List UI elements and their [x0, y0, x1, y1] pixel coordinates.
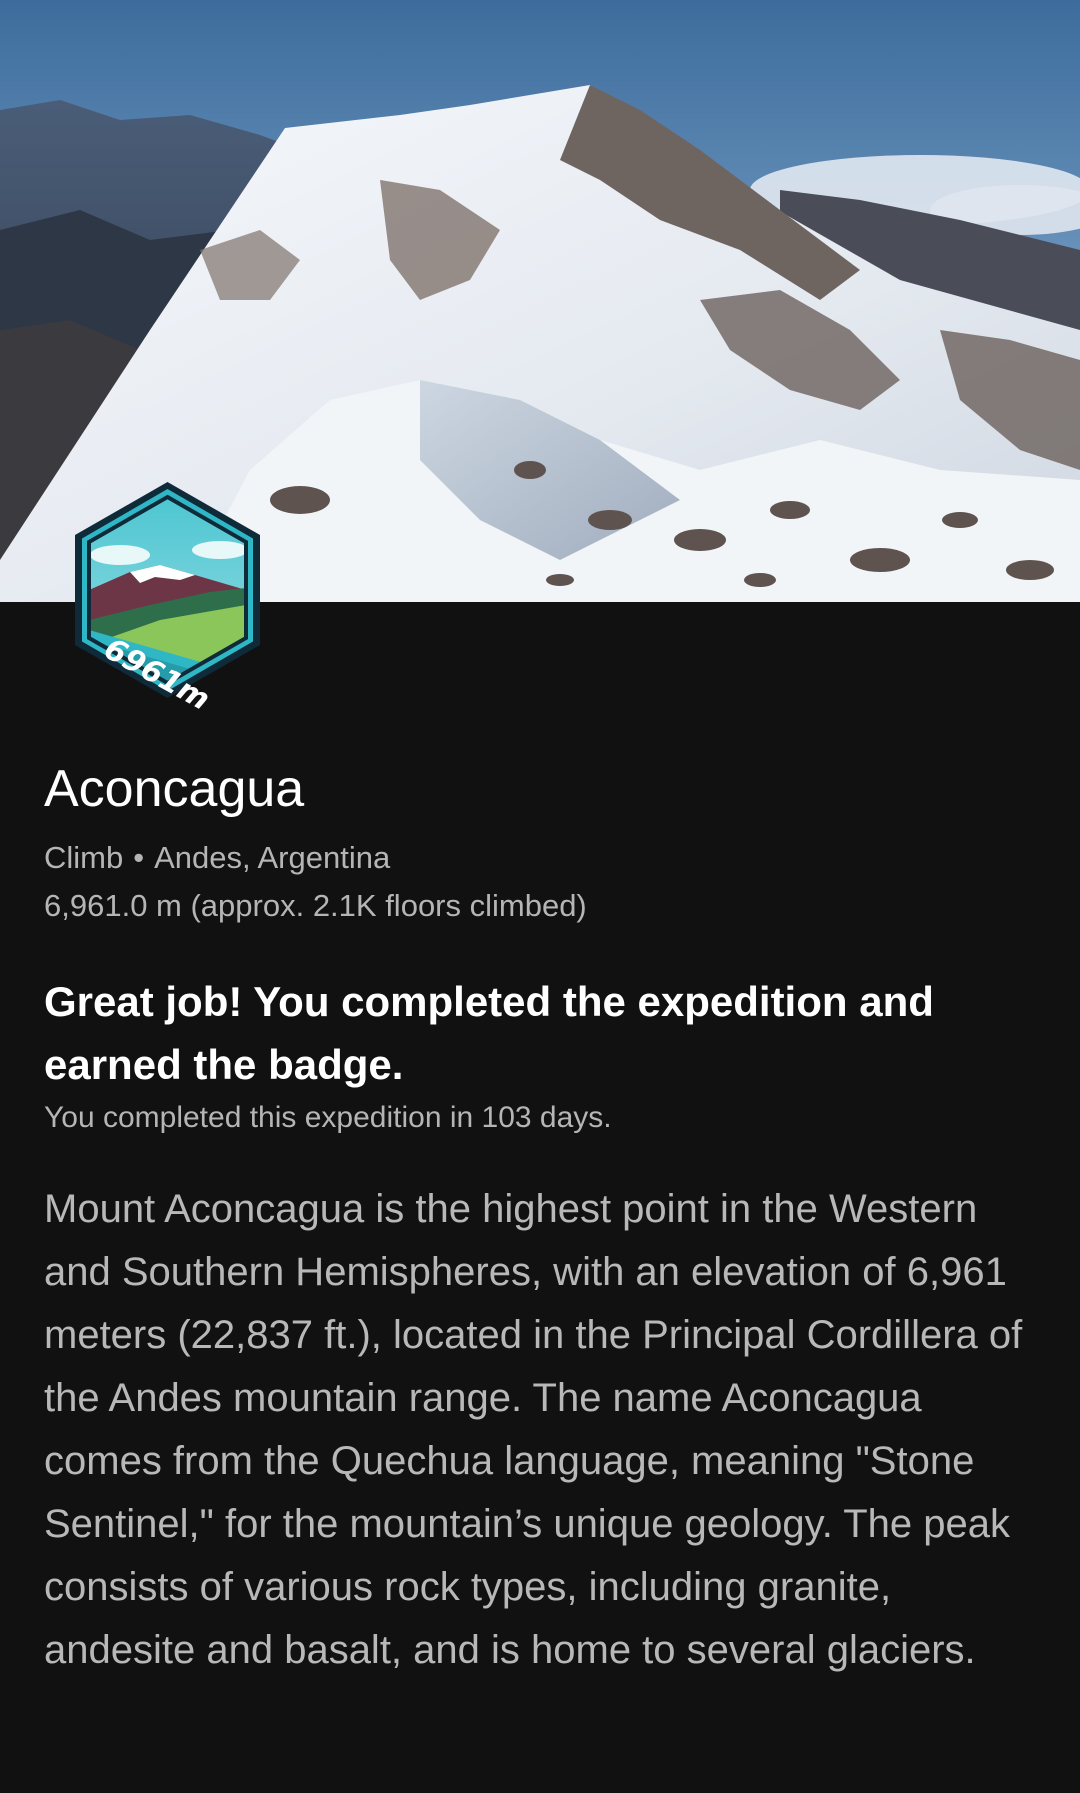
- separator-dot: •: [133, 840, 145, 875]
- completion-duration: You completed this expedition in 103 day…: [44, 1101, 612, 1134]
- completion-message: Great job! You completed the expedition …: [44, 978, 934, 1088]
- location: Andes, Argentina: [154, 840, 391, 875]
- activity-type: Climb: [44, 840, 124, 875]
- activity-location-line: Climb • Andes, Argentina: [44, 834, 1034, 882]
- page-title: Aconcagua: [44, 760, 305, 818]
- expedition-details: Aconcagua Climb • Andes, Argentina 6,961.0…: [44, 758, 1034, 1682]
- expedition-description: Mount Aconcagua is the highest point in …: [44, 1187, 1023, 1672]
- badge-icon: 6961m: [75, 482, 260, 718]
- expedition-badge: 6961m: [60, 480, 275, 718]
- distance-line: 6,961.0 m (approx. 2.1K floors climbed): [44, 888, 587, 923]
